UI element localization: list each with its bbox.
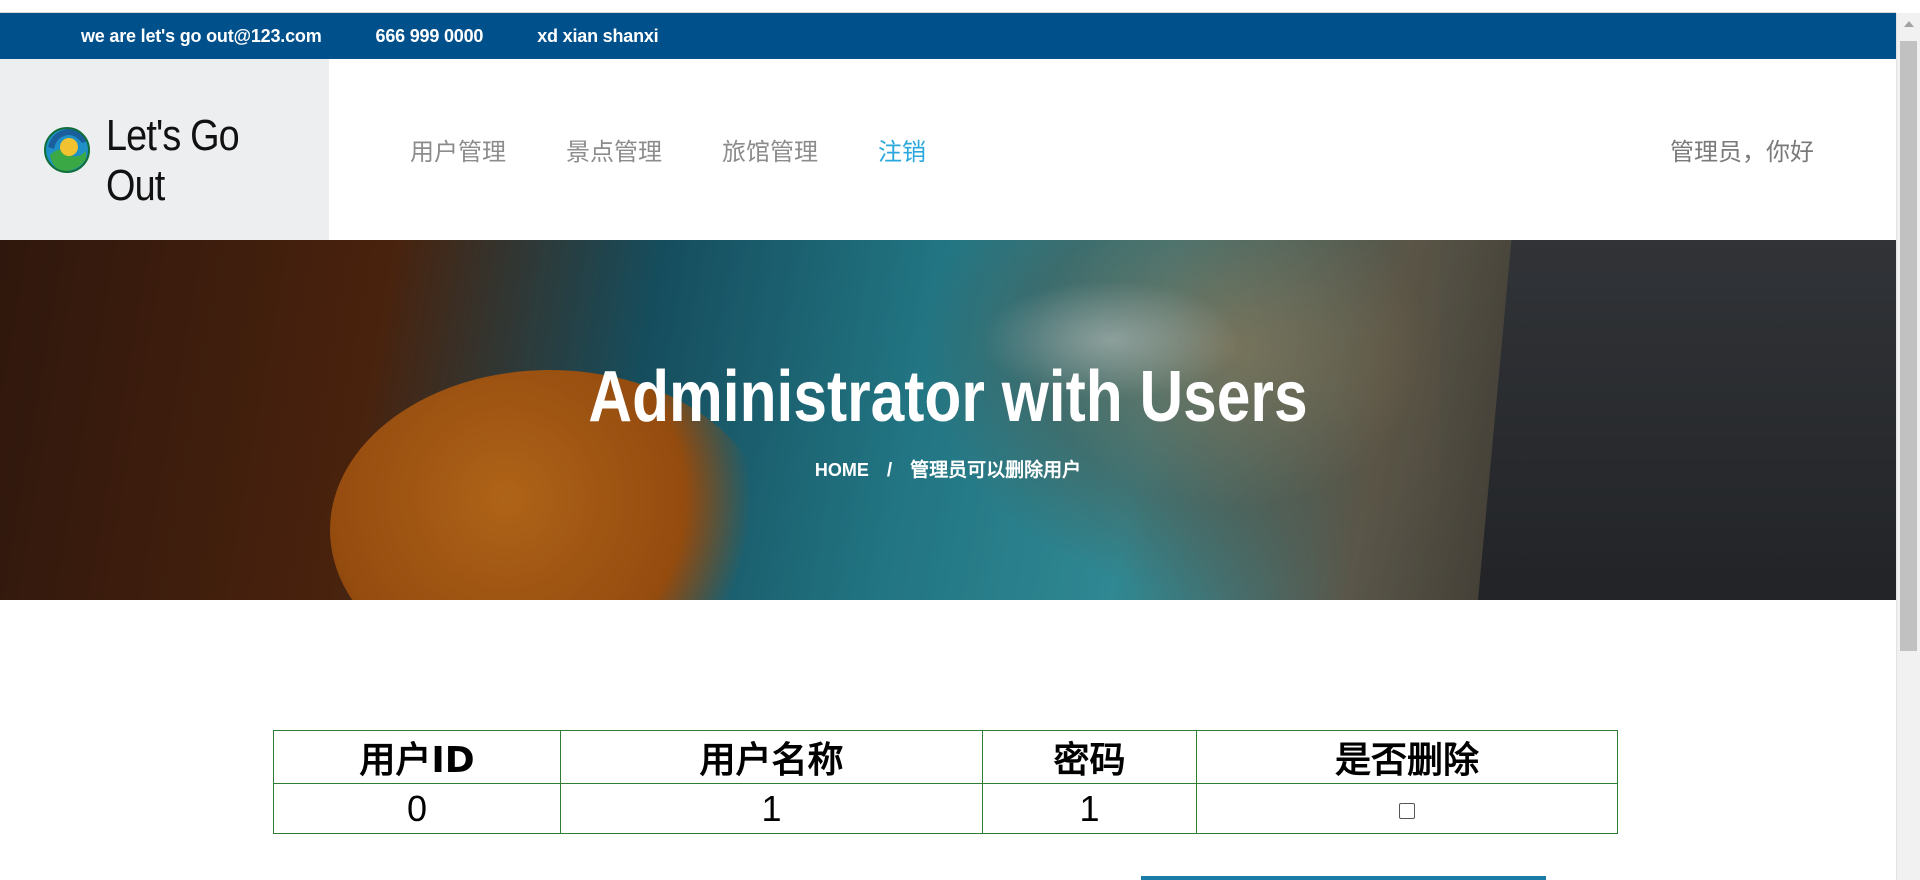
submit-button-top-edge[interactable]	[1141, 876, 1546, 880]
column-header-delete: 是否删除	[1196, 730, 1618, 784]
cell-username: 1	[560, 783, 983, 834]
hero-banner: Administrator with Users HOME / 管理员可以删除用户	[0, 240, 1896, 600]
main-nav: 用户管理 景点管理 旅馆管理 注销	[410, 132, 986, 167]
breadcrumb: HOME / 管理员可以删除用户	[0, 455, 1896, 482]
contact-address: xd xian shanxi	[537, 25, 659, 46]
table-header-row: 用户ID 用户名称 密码 是否删除	[273, 730, 1618, 784]
page-scrollbar[interactable]	[1896, 13, 1920, 880]
breadcrumb-separator: /	[886, 460, 893, 481]
brand-name: Let's Go Out	[106, 111, 240, 210]
users-table-container: 用户ID 用户名称 密码 是否删除 0 1 1	[273, 730, 1618, 834]
column-header-password: 密码	[982, 730, 1197, 784]
globe-logo-icon	[44, 127, 90, 173]
breadcrumb-home[interactable]: HOME	[815, 460, 869, 480]
scroll-up-arrow-icon[interactable]	[1904, 21, 1914, 27]
contact-topbar: we are let's go out@123.com 666 999 0000…	[0, 13, 1896, 59]
nav-item-hotel-management[interactable]: 旅馆管理	[722, 132, 818, 167]
cell-password: 1	[982, 783, 1197, 834]
nav-item-logout[interactable]: 注销	[878, 132, 926, 167]
breadcrumb-current: 管理员可以删除用户	[910, 459, 1082, 481]
nav-item-attraction-management[interactable]: 景点管理	[566, 132, 662, 167]
browser-top-rule	[0, 0, 1896, 13]
column-header-user-id: 用户ID	[273, 730, 561, 784]
table-row: 0 1 1	[273, 783, 1618, 834]
users-table: 用户ID 用户名称 密码 是否删除 0 1 1	[273, 730, 1618, 834]
cell-delete	[1196, 783, 1618, 834]
admin-greeting: 管理员，你好	[1670, 138, 1814, 166]
site-header: Let's Go Out 用户管理 景点管理 旅馆管理 注销 管理员，你好	[0, 59, 1896, 240]
delete-checkbox[interactable]	[1399, 802, 1415, 819]
logo-area[interactable]: Let's Go Out	[0, 59, 329, 240]
contact-email: we are let's go out@123.com	[81, 25, 322, 46]
contact-phone: 666 999 0000	[375, 25, 484, 46]
scroll-thumb[interactable]	[1900, 41, 1917, 651]
nav-item-user-management[interactable]: 用户管理	[410, 132, 506, 167]
cell-user-id: 0	[273, 783, 561, 834]
column-header-username: 用户名称	[560, 730, 983, 784]
page-title: Administrator with Users	[588, 357, 1308, 437]
